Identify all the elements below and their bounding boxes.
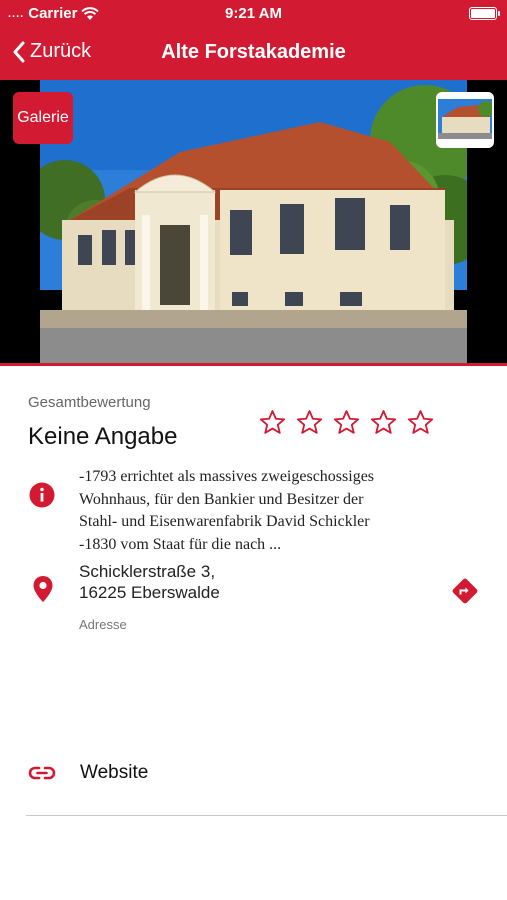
thumbnail-image [438,99,494,139]
directions-icon[interactable] [451,577,479,605]
address-label: Adresse [79,617,127,632]
rating-value: Keine Angabe [28,423,178,450]
star-icon-4[interactable] [369,408,398,437]
location-pin-icon [33,576,53,602]
website-link[interactable]: Website [80,762,148,784]
link-icon[interactable] [28,761,56,785]
description-line: Stahl- und Eisenwarenfabrik David Schick… [79,513,370,530]
star-icon-5[interactable] [406,408,435,437]
battery-icon [469,7,500,20]
info-icon [29,482,55,508]
star-rating[interactable] [258,408,435,437]
thumbnail-button[interactable] [436,92,494,148]
description-line: -1830 vom Staat für die nach ... [79,535,282,553]
status-bar: .... Carrier 9:21 AM [0,0,507,28]
gallery-button[interactable]: Galerie [13,92,73,144]
description-line: Wohnhaus, für den Bankier und Besitzer d… [79,490,364,508]
rating-label: Gesamtbewertung [28,394,151,411]
divider [26,815,507,816]
address-street: Schicklerstraße 3, [79,562,216,581]
description-text[interactable]: -1793 errichtet als massives zweigeschos… [79,466,419,556]
star-icon-3[interactable] [332,408,361,437]
star-icon-1[interactable] [258,408,287,437]
status-time: 9:21 AM [225,5,282,22]
building-photo[interactable] [40,80,467,363]
address-city: 16225 Eberswalde [79,583,220,602]
hero-image-area [0,80,507,363]
navigation-bar: Zurück Alte Forstakademie [0,28,507,80]
hero-divider [0,363,507,366]
description-line: -1793 errichtet als massives zweigeschos… [79,468,375,485]
address-text[interactable]: Schicklerstraße 3, 16225 Eberswalde [79,561,220,603]
page-title: Alte Forstakademie [161,41,346,63]
star-icon-2[interactable] [295,408,324,437]
